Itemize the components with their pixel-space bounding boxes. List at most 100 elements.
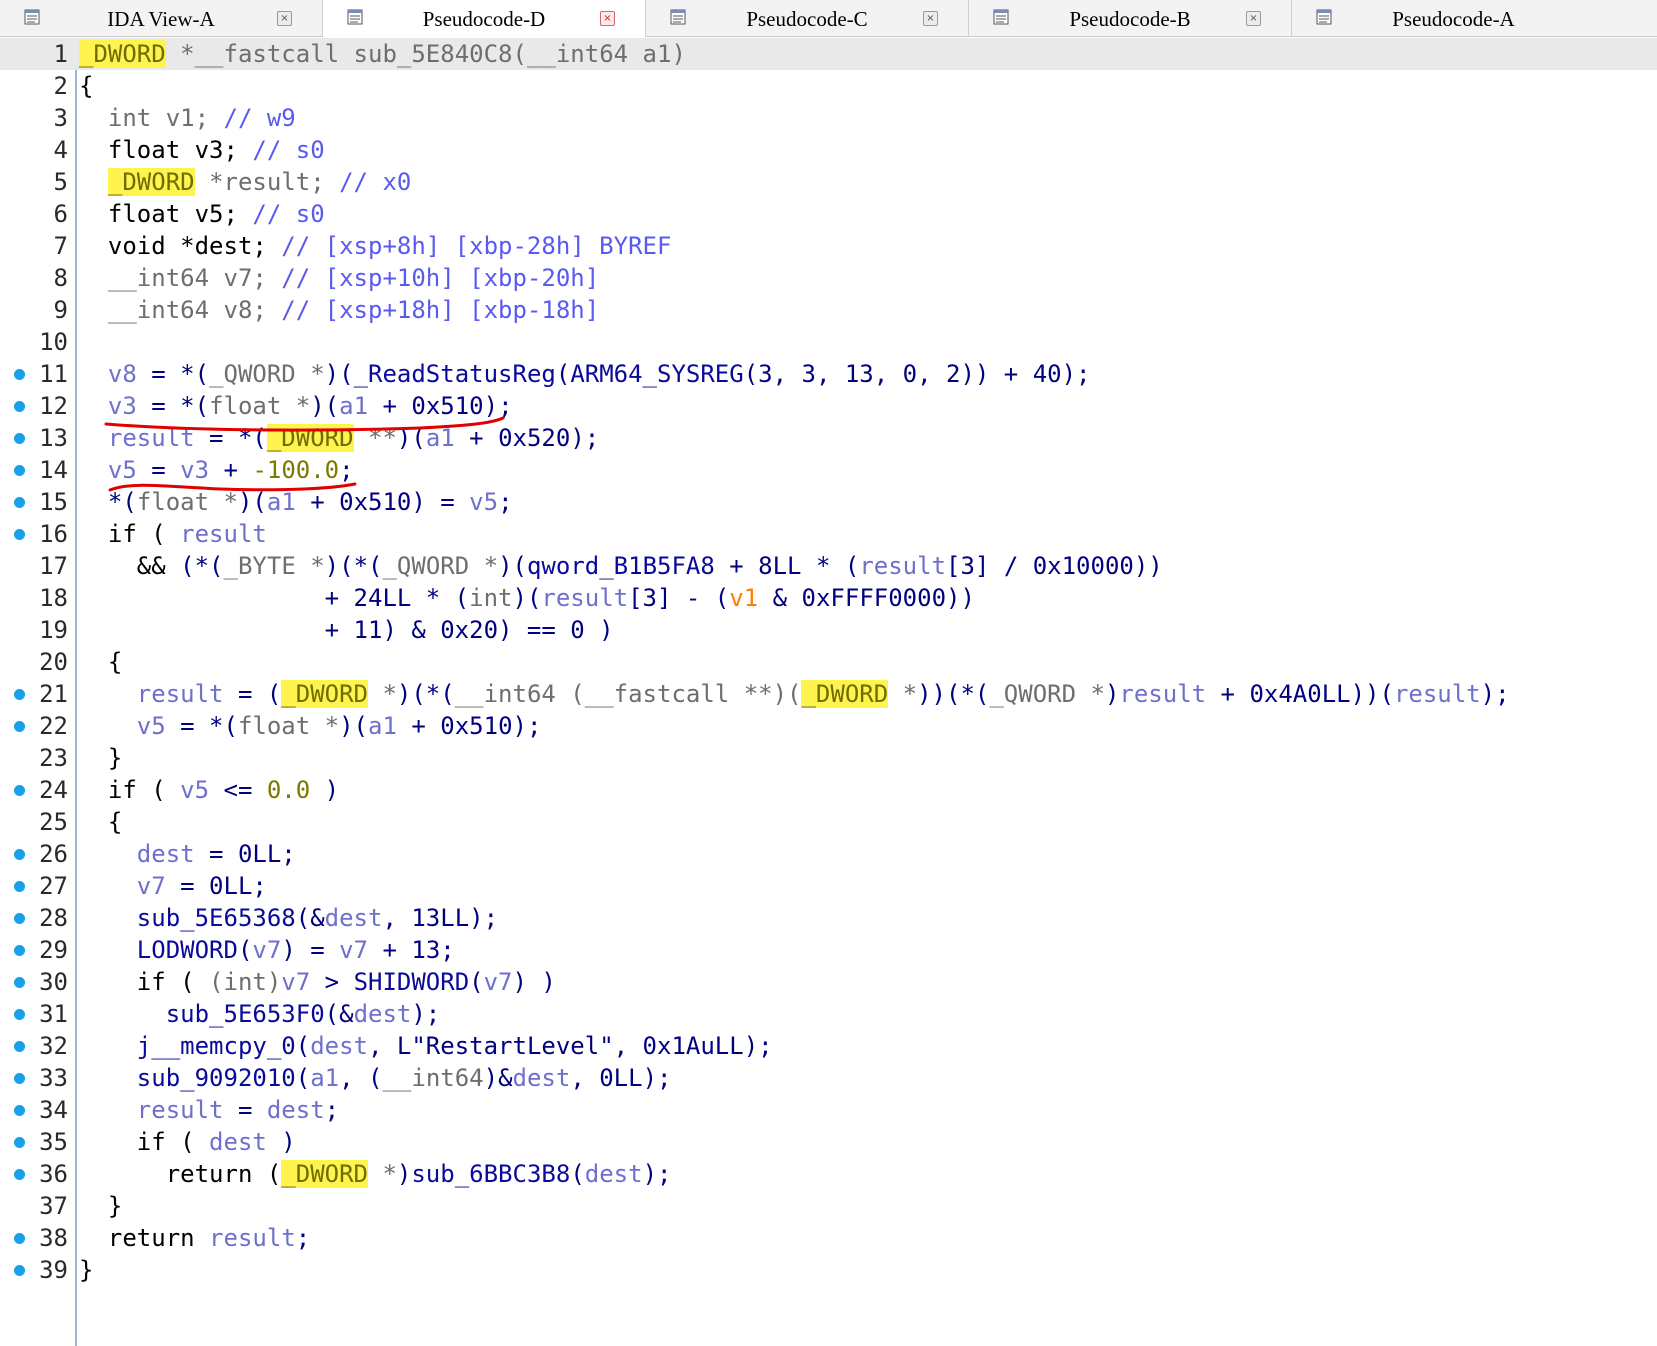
code-token[interactable]: = *(	[195, 424, 267, 452]
code-token[interactable]	[79, 456, 108, 484]
code-token[interactable]	[79, 264, 108, 292]
code-token[interactable]: =	[224, 1096, 267, 1124]
code-token[interactable]: )(*(	[397, 680, 455, 708]
code-token[interactable]: // s0	[252, 136, 324, 164]
code-line[interactable]: 13 result = *(_DWORD **)(a1 + 0x520);	[0, 422, 1657, 454]
code-text[interactable]: return (_DWORD *)sub_6BBC3B8(dest);	[79, 1158, 671, 1190]
code-line[interactable]: 21 result = (_DWORD *)(*(__int64 (__fast…	[0, 678, 1657, 710]
code-line[interactable]: 15 *(float *)(a1 + 0x510) = v5;	[0, 486, 1657, 518]
code-text[interactable]: return result;	[79, 1222, 310, 1254]
code-token[interactable]: [3] / 0x10000))	[946, 552, 1163, 580]
code-line[interactable]: 37 }	[0, 1190, 1657, 1222]
code-text[interactable]: int v1; // w9	[79, 102, 296, 134]
code-token[interactable]: <=	[209, 776, 267, 804]
code-token[interactable]: a1	[267, 488, 296, 516]
code-text[interactable]: float v5; // s0	[79, 198, 325, 230]
code-text[interactable]: && (*(_BYTE *)(*(_QWORD *)(qword_B1B5FA8…	[79, 550, 1163, 582]
code-token[interactable]: & 0xFFFF0000))	[758, 584, 975, 612]
breakpoint-dot-icon[interactable]	[14, 1137, 25, 1148]
code-token[interactable]: if (	[79, 1128, 209, 1156]
code-token[interactable]: SHIDWORD	[354, 968, 470, 996]
code-token[interactable]: {	[79, 648, 122, 676]
code-token[interactable]: + 8LL * (	[715, 552, 859, 580]
code-text[interactable]: v5 = v3 + -100.0;	[79, 454, 354, 486]
code-line[interactable]: 39}	[0, 1254, 1657, 1286]
code-token[interactable]: __int64	[382, 1064, 483, 1092]
code-token[interactable]: )	[1105, 680, 1119, 708]
code-token[interactable]: + 0x4A0LL))(	[1206, 680, 1394, 708]
code-token[interactable]: )	[267, 1128, 295, 1156]
highlighted-token[interactable]: _DWORD	[281, 680, 368, 708]
breakpoint-dot-icon[interactable]	[14, 401, 25, 412]
close-icon[interactable]: ×	[277, 11, 292, 26]
code-token[interactable]: float *	[238, 712, 339, 740]
code-text[interactable]: __int64 v7; // [xsp+10h] [xbp-20h]	[79, 262, 599, 294]
code-token[interactable]: ;	[339, 456, 353, 484]
code-token[interactable]: )	[397, 1160, 411, 1188]
highlighted-token[interactable]: _DWORD	[281, 1160, 368, 1188]
code-line[interactable]: 2{	[0, 70, 1657, 102]
code-token[interactable]	[79, 392, 108, 420]
code-line[interactable]: 35 if ( dest )	[0, 1126, 1657, 1158]
code-token[interactable]: (*(	[180, 552, 223, 580]
pseudocode-view[interactable]: 1 _DWORD *__fastcall sub_5E840C8(__int64 …	[0, 38, 1657, 1346]
code-token[interactable]: _QWORD *	[382, 552, 498, 580]
code-token[interactable]	[79, 168, 108, 196]
code-token[interactable]: = 0LL;	[166, 872, 267, 900]
code-token[interactable]: &&	[79, 552, 180, 580]
code-token[interactable]: *	[888, 680, 917, 708]
code-text[interactable]: sub_5E653F0(&dest);	[79, 998, 441, 1030]
code-text[interactable]: }	[79, 1190, 122, 1222]
code-token[interactable]: , 0x1AuLL);	[614, 1032, 773, 1060]
code-token[interactable]: if (	[79, 520, 180, 548]
code-line[interactable]: 38 return result;	[0, 1222, 1657, 1254]
code-token[interactable]: v8	[108, 360, 137, 388]
breakpoint-dot-icon[interactable]	[14, 913, 25, 924]
code-token[interactable]: (&	[296, 904, 325, 932]
code-token[interactable]: *	[368, 680, 396, 708]
highlighted-token[interactable]: _DWORD	[107, 168, 195, 196]
code-line[interactable]: 5 _DWORD *result; // x0	[0, 166, 1657, 198]
code-token[interactable]: return (	[79, 1160, 282, 1188]
code-token[interactable]	[79, 1032, 137, 1060]
code-token[interactable]: (	[469, 968, 483, 996]
tab-pseudocode-d[interactable]: Pseudocode-D ×	[323, 0, 646, 37]
code-token[interactable]: (	[238, 936, 252, 964]
code-token[interactable]: ))(*(	[917, 680, 989, 708]
breakpoint-dot-icon[interactable]	[14, 1041, 25, 1052]
code-line[interactable]: 33 sub_9092010(a1, (__int64)&dest, 0LL);	[0, 1062, 1657, 1094]
code-token[interactable]: sub_5E65368	[137, 904, 296, 932]
code-token[interactable]	[79, 872, 137, 900]
code-token[interactable]: dest	[585, 1160, 643, 1188]
code-text[interactable]: v3 = *(float *)(a1 + 0x510);	[79, 390, 513, 422]
code-token[interactable]: int	[469, 584, 512, 612]
code-token[interactable]: +	[209, 456, 252, 484]
code-token[interactable]: )(*(	[325, 552, 383, 580]
code-token[interactable]: result	[859, 552, 946, 580]
code-line[interactable]: 14 v5 = v3 + -100.0;	[0, 454, 1657, 486]
code-line[interactable]: 17 && (*(_BYTE *)(*(_QWORD *)(qword_B1B5…	[0, 550, 1657, 582]
code-token[interactable]: + 11) & 0x20) == 0 )	[325, 616, 614, 644]
code-line[interactable]: 24 if ( v5 <= 0.0 )	[0, 774, 1657, 806]
code-text[interactable]: if ( dest )	[79, 1126, 296, 1158]
code-token[interactable]: v7	[252, 936, 281, 964]
code-line[interactable]: 23 }	[0, 742, 1657, 774]
code-text[interactable]: {	[79, 646, 122, 678]
code-text[interactable]: {	[79, 70, 93, 102]
code-token[interactable]: )(	[310, 392, 339, 420]
code-token[interactable]	[79, 104, 108, 132]
breakpoint-dot-icon[interactable]	[14, 369, 25, 380]
code-token[interactable]: )(	[498, 552, 527, 580]
tab-ida-view-a[interactable]: IDA View-A ×	[0, 0, 323, 36]
code-token[interactable]: (	[556, 360, 570, 388]
code-line[interactable]: 6 float v5; // s0	[0, 198, 1657, 230]
highlighted-token[interactable]: _DWORD	[266, 424, 354, 452]
code-token[interactable]: int v1;	[108, 104, 224, 132]
code-token[interactable]: v5	[137, 712, 166, 740]
code-token[interactable]: , 0LL);	[570, 1064, 671, 1092]
code-token[interactable]: // [xsp+10h] [xbp-20h]	[281, 264, 599, 292]
code-token[interactable]	[79, 936, 137, 964]
code-token[interactable]: LODWORD	[137, 936, 238, 964]
code-line[interactable]: 19 + 11) & 0x20) == 0 )	[0, 614, 1657, 646]
code-token[interactable]: L"RestartLevel"	[397, 1032, 614, 1060]
